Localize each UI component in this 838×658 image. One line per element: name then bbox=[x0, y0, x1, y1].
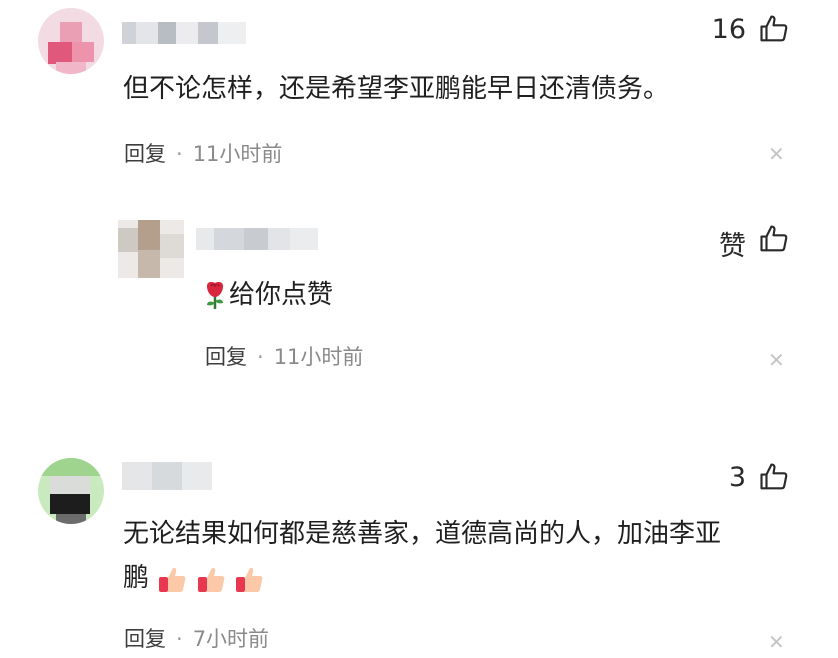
comment-text-line2: 鹏 bbox=[123, 559, 264, 597]
comment-text: 但不论怎样，还是希望李亚鹏能早日还清债务。 bbox=[123, 74, 670, 104]
comment-meta: 回复 · 11小时前 bbox=[205, 341, 363, 371]
reply-button[interactable]: 回复 bbox=[205, 345, 247, 369]
username-blurred[interactable] bbox=[122, 462, 212, 490]
reply-button[interactable]: 回复 bbox=[124, 142, 166, 166]
like-count: 16 bbox=[711, 14, 746, 45]
avatar[interactable] bbox=[38, 8, 104, 74]
username-blurred[interactable] bbox=[196, 228, 318, 250]
reply-button[interactable]: 回复 bbox=[124, 627, 166, 651]
like-button[interactable] bbox=[759, 224, 789, 258]
comment-text-line1: 无论结果如何都是慈善家，道德高尚的人，加油李亚 bbox=[123, 519, 722, 549]
comment-meta: 回复 · 7小时前 bbox=[124, 623, 269, 653]
like-label: 赞 bbox=[719, 231, 746, 262]
timestamp: 7小时前 bbox=[192, 627, 270, 651]
rose-icon bbox=[204, 280, 226, 314]
like-button[interactable] bbox=[759, 462, 789, 496]
thumbs-up-emoji bbox=[235, 567, 263, 592]
comment-text-line2-text: 鹏 bbox=[123, 563, 150, 593]
timestamp: 11小时前 bbox=[273, 345, 364, 369]
avatar[interactable] bbox=[118, 220, 184, 278]
separator-dot: · bbox=[257, 345, 264, 369]
thumbs-up-icon bbox=[760, 225, 788, 252]
like-button[interactable] bbox=[759, 14, 789, 48]
like-count: 3 bbox=[728, 462, 746, 493]
separator-dot: · bbox=[176, 627, 183, 651]
close-icon[interactable]: ✕ bbox=[768, 348, 785, 372]
close-icon[interactable]: ✕ bbox=[768, 630, 785, 654]
separator-dot: · bbox=[176, 142, 183, 166]
timestamp: 11小时前 bbox=[192, 142, 283, 166]
close-icon[interactable]: ✕ bbox=[768, 142, 785, 166]
reply-text: 给你点赞 bbox=[229, 280, 334, 310]
thumbs-up-emoji bbox=[197, 567, 224, 592]
thumbs-up-emoji bbox=[159, 567, 186, 592]
username-blurred[interactable] bbox=[122, 22, 246, 44]
thumbs-up-icon bbox=[760, 15, 788, 42]
thumbs-up-icon bbox=[760, 463, 788, 490]
avatar[interactable] bbox=[38, 458, 104, 524]
comment-meta: 回复 · 11小时前 bbox=[124, 138, 282, 168]
